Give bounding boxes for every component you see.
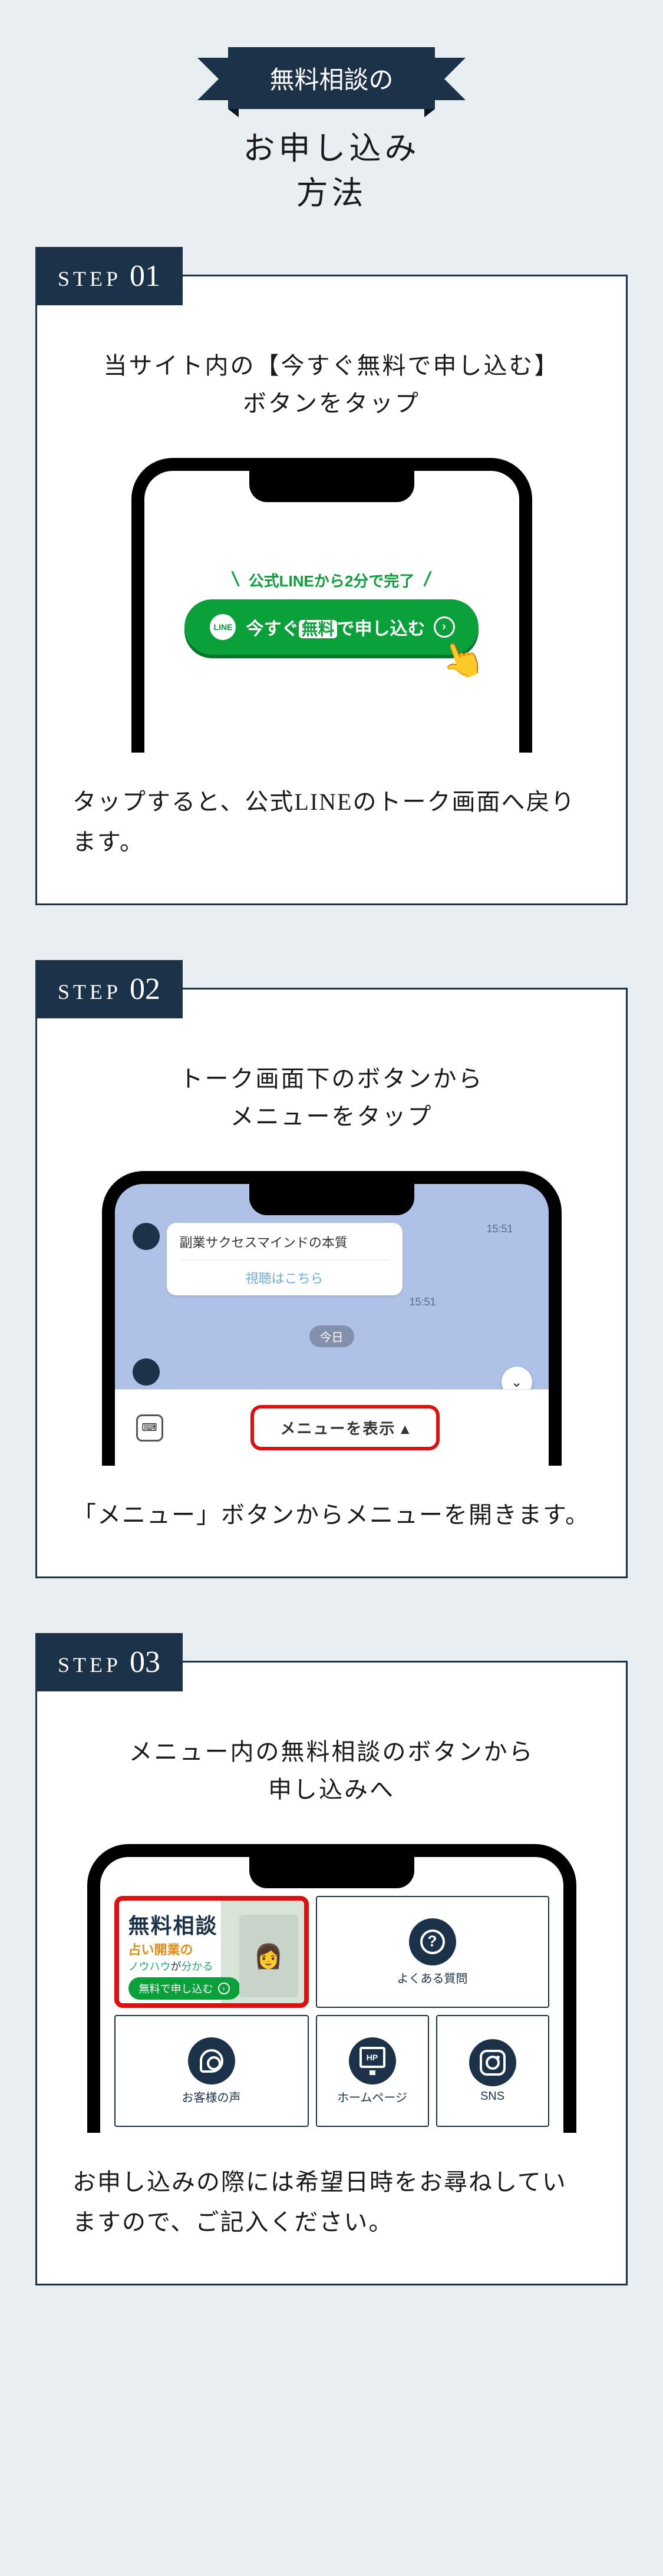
chat-message: 副業サクセスマインドの本質 視聴はこちら — [133, 1223, 403, 1295]
phone-notch — [249, 1183, 414, 1215]
step-card-03: STEP 03 メニュー内の無料相談のボタンから 申し込みへ 無料相談 占い開業… — [35, 1661, 628, 2285]
phone-notch — [249, 470, 414, 502]
monitor-icon — [359, 2047, 385, 2068]
date-separator: 今日 — [309, 1325, 354, 1347]
homepage-menu-button[interactable]: ホームページ — [316, 2015, 429, 2127]
page-header: 無料相談の お申し込み 方法 — [0, 47, 663, 216]
phone-mock: 公式LINEから2分で完了 LINE 今すぐ無料で申し込む › 👆 — [131, 458, 532, 753]
step-title: 当サイト内の【今すぐ無料で申し込む】 ボタンをタップ — [72, 347, 591, 423]
speech-icon — [200, 2049, 223, 2073]
ribbon-text: 無料相談の — [269, 67, 393, 94]
step-note: お申し込みの際には希望日時をお尋ねしていますので、ご記入ください。 — [72, 2162, 591, 2242]
pointer-hand-icon: 👆 — [434, 632, 490, 687]
sns-menu-button[interactable]: SNS — [436, 2015, 549, 2127]
step-title: トーク画面下のボタンから メニューをタップ — [72, 1060, 591, 1136]
step-title: メニュー内の無料相談のボタンから 申し込みへ — [72, 1733, 591, 1809]
arrow-right-icon: › — [434, 616, 455, 638]
apply-now-button[interactable]: LINE 今すぐ無料で申し込む › 👆 — [184, 599, 478, 655]
keyboard-icon[interactable]: ⌨ — [136, 1414, 163, 1442]
phone-mock: 15:51 副業サクセスマインドの本質 視聴はこちら 15:51 今日 ⌄ ⌨ … — [102, 1171, 562, 1466]
chat-footer: ⌨ メニューを表示 ▴ — [115, 1389, 549, 1466]
step-card-02: STEP 02 トーク画面下のボタンから メニューをタップ 15:51 副業サク… — [35, 988, 628, 1578]
step-tag: STEP 01 — [35, 247, 183, 305]
timestamp: 15:51 — [410, 1296, 436, 1308]
step-tag: STEP 02 — [35, 960, 183, 1018]
avatar — [133, 1223, 160, 1250]
phone-notch — [249, 1856, 414, 1888]
line-icon: LINE — [208, 612, 238, 642]
chevron-down-icon: ⌄ — [510, 1374, 522, 1391]
page-title: お申し込み 方法 — [0, 127, 663, 216]
step-note: 「メニュー」ボタンからメニューを開きます。 — [72, 1495, 591, 1535]
step-note: タップすると、公式LINEのトーク画面へ戻ります。 — [72, 782, 591, 862]
watch-link[interactable]: 視聴はこちら — [180, 1259, 390, 1295]
arrow-right-icon: › — [218, 1983, 230, 1994]
chat-message — [133, 1358, 160, 1386]
promo-image: 👩 — [239, 1915, 298, 1997]
faq-menu-button[interactable]: よくある質問 — [316, 1896, 549, 2008]
bubble-title: 副業サクセスマインドの本質 — [180, 1232, 390, 1251]
show-menu-button[interactable]: メニューを表示 ▴ — [250, 1405, 439, 1450]
instagram-icon — [480, 2050, 506, 2076]
ribbon-badge: 無料相談の — [228, 47, 434, 109]
promo-apply-button[interactable]: 無料で申し込む › — [128, 1977, 240, 2000]
timestamp: 15:51 — [486, 1223, 513, 1235]
cta-caption: 公式LINEから2分で完了 — [235, 569, 429, 591]
avatar — [133, 1358, 160, 1386]
question-icon — [420, 1929, 445, 1954]
step-card-01: STEP 01 当サイト内の【今すぐ無料で申し込む】 ボタンをタップ 公式LIN… — [35, 275, 628, 905]
free-consult-menu-button[interactable]: 無料相談 占い開業の ノウハウが分かる 無料で申し込む › 👩 — [114, 1896, 309, 2008]
step-tag: STEP 03 — [35, 1633, 183, 1691]
voice-menu-button[interactable]: お客様の声 — [114, 2015, 309, 2127]
chat-bubble[interactable]: 副業サクセスマインドの本質 視聴はこちら — [167, 1223, 403, 1295]
phone-mock: 無料相談 占い開業の ノウハウが分かる 無料で申し込む › 👩 よくある質問 — [87, 1844, 576, 2133]
